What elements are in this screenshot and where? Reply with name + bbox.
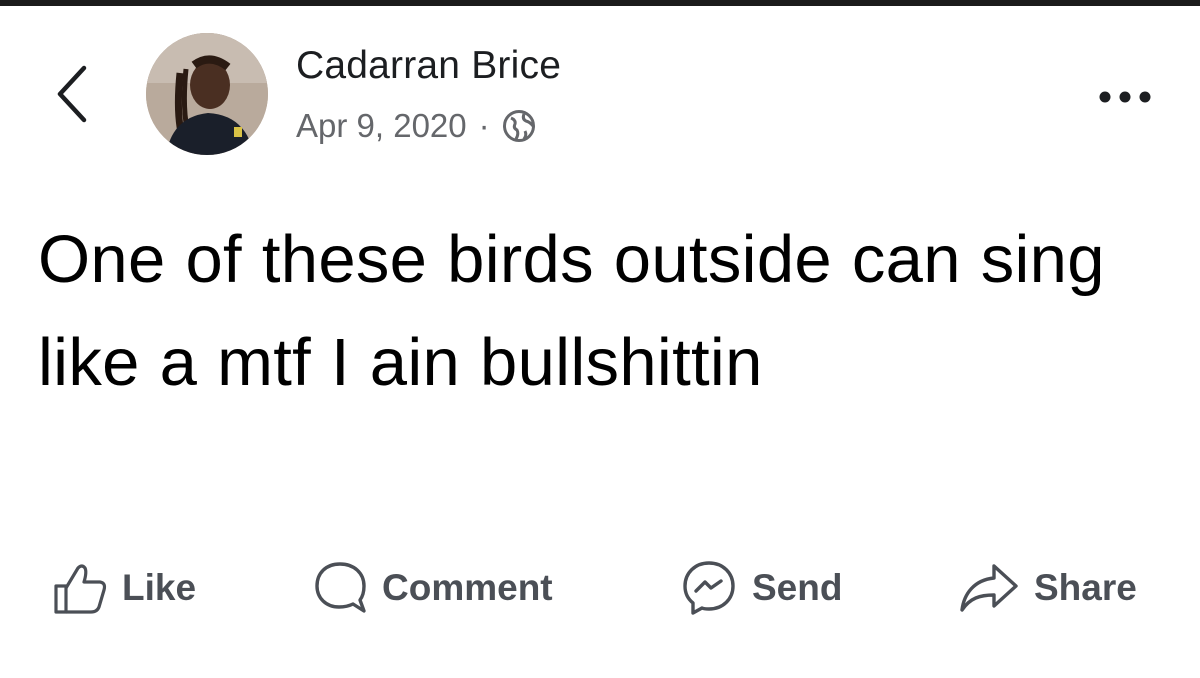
author-name[interactable]: Cadarran Brice	[296, 44, 561, 88]
post-action-bar: Like Comment Send Share	[0, 558, 1200, 618]
share-button[interactable]: Share	[958, 558, 1137, 618]
globe-icon	[502, 110, 535, 142]
avatar-image	[146, 33, 268, 155]
post-page: Cadarran Brice Apr 9, 2020 · One of thes…	[0, 0, 1200, 678]
more-options-button[interactable]	[1090, 80, 1160, 114]
comment-bubble-icon	[315, 562, 366, 613]
post-date[interactable]: Apr 9, 2020	[296, 107, 467, 145]
comment-label: Comment	[382, 567, 553, 608]
like-label: Like	[122, 567, 197, 608]
share-arrow-icon	[960, 564, 1018, 612]
more-horizontal-icon	[1099, 91, 1151, 103]
post-meta: Apr 9, 2020 ·	[296, 104, 536, 148]
like-button[interactable]: Like	[52, 558, 196, 618]
back-button[interactable]	[48, 60, 100, 128]
thumbs-up-icon	[54, 564, 107, 614]
chevron-left-icon	[57, 65, 87, 123]
post-text: One of these birds outside can sing like…	[38, 222, 1105, 400]
avatar[interactable]	[146, 33, 268, 155]
share-label: Share	[1034, 567, 1137, 608]
meta-separator: ·	[478, 107, 490, 144]
comment-button[interactable]: Comment	[312, 558, 553, 618]
top-edge-bar	[0, 0, 1200, 6]
send-button[interactable]: Send	[680, 558, 842, 618]
send-label: Send	[752, 567, 843, 608]
messenger-icon	[683, 561, 735, 615]
